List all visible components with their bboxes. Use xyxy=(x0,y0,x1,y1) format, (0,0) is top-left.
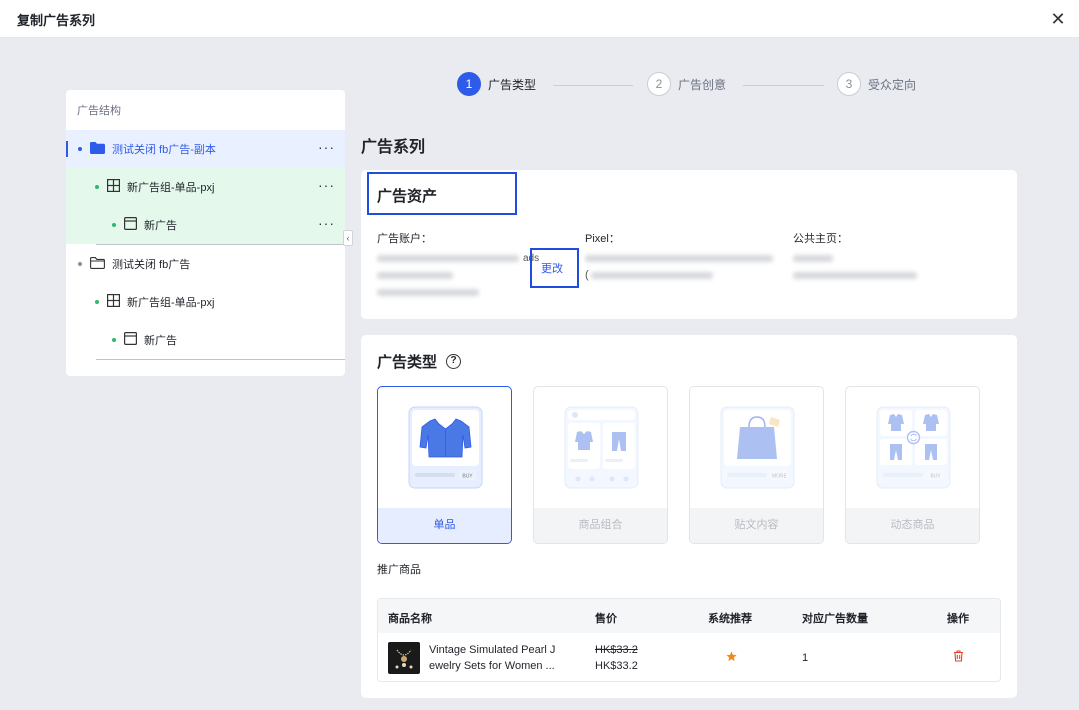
tree-item-label: 新广告 xyxy=(144,220,177,232)
step-connector xyxy=(743,85,824,86)
promoted-products-label: 推广商品 xyxy=(377,564,421,576)
more-text: MORE xyxy=(772,474,788,480)
ad-type-card: 广告类型 ? BUY 单品 商品组合 MORE 贴文内容 BUY 动态商品 推广… xyxy=(361,335,1017,698)
original-price: HK$33.2 xyxy=(595,644,638,656)
dialog-title: 复制广告系列 xyxy=(17,13,96,28)
redacted-text xyxy=(793,255,833,262)
step-label: 受众定向 xyxy=(868,77,917,92)
grid-icon xyxy=(107,294,121,310)
more-options-icon[interactable]: ··· xyxy=(318,177,335,193)
step-ad-type[interactable]: 1 广告类型 xyxy=(457,72,536,96)
panel-title: 广告结构 xyxy=(77,105,121,117)
bullet-dot xyxy=(112,223,116,227)
pixel-paren: ( xyxy=(585,269,589,281)
step-label: 广告创意 xyxy=(678,77,727,92)
promoted-products-table: 商品名称 售价 系统推荐 对应广告数量 操作 Vintage Simulated… xyxy=(377,598,1001,682)
tree-item-label: 测试关闭 fb广告 xyxy=(112,259,191,271)
option-label: 贴文内容 xyxy=(690,508,823,543)
divider xyxy=(96,359,345,360)
ad-type-option-collection[interactable]: 商品组合 xyxy=(533,386,668,544)
collection-icon xyxy=(564,406,639,489)
tree-item-label: 测试关闭 fb广告-副本 xyxy=(112,144,216,156)
ad-type-option-post[interactable]: MORE 贴文内容 xyxy=(689,386,824,544)
bullet-dot xyxy=(78,262,82,266)
redacted-text xyxy=(793,272,917,279)
help-icon[interactable]: ? xyxy=(446,354,462,369)
bullet-dot xyxy=(112,338,116,342)
pixel-label: Pixel： xyxy=(585,233,620,245)
grid-icon xyxy=(107,179,121,195)
buy-text: BUY xyxy=(930,474,941,480)
card-title: 广告资产 xyxy=(377,188,438,205)
step-number: 3 xyxy=(837,72,861,96)
tree-item-label: 新广告 xyxy=(144,335,177,347)
redacted-text xyxy=(377,289,479,296)
ad-type-title: 广告类型 xyxy=(377,354,438,371)
step-label: 广告类型 xyxy=(488,77,537,92)
delete-icon[interactable] xyxy=(953,650,964,665)
change-account-link[interactable]: 更改 xyxy=(541,260,563,276)
table-header: 商品名称 售价 系统推荐 对应广告数量 操作 xyxy=(378,599,1000,633)
dialog-header: 复制广告系列 ✕ xyxy=(0,0,1079,38)
step-audience[interactable]: 3 受众定向 xyxy=(837,72,916,96)
close-icon[interactable]: ✕ xyxy=(1047,8,1069,30)
bullet-dot xyxy=(78,147,82,151)
column-header: 操作 xyxy=(947,613,969,625)
product-name-line: ewelry Sets for Women ... xyxy=(429,660,555,672)
redacted-text xyxy=(591,272,713,279)
folder-outline-icon xyxy=(90,256,105,272)
redacted-text xyxy=(377,255,519,262)
option-label: 动态商品 xyxy=(846,508,979,543)
star-icon xyxy=(726,651,737,665)
option-label: 单品 xyxy=(378,508,511,543)
ad-type-option-single[interactable]: BUY 单品 xyxy=(377,386,512,544)
tree-item-label: 新广告组-单品-pxj xyxy=(127,182,215,194)
ad-type-option-dynamic[interactable]: BUY 动态商品 xyxy=(845,386,980,544)
step-number: 2 xyxy=(647,72,671,96)
section-title: 广告系列 xyxy=(361,139,426,156)
column-header: 售价 xyxy=(595,613,617,625)
window-icon xyxy=(124,217,138,233)
more-options-icon[interactable]: ··· xyxy=(318,139,335,155)
card-title: 广告类型 ? xyxy=(377,351,462,372)
ad-account-label: 广告账户： xyxy=(377,233,432,245)
dynamic-products-icon: BUY xyxy=(876,406,951,489)
step-connector xyxy=(553,85,633,86)
product-name-line: Vintage Simulated Pearl J xyxy=(429,644,556,656)
public-page-label: 公共主页： xyxy=(793,233,848,245)
collapse-panel-icon[interactable]: ‹ xyxy=(343,230,353,246)
tree-item-ad[interactable]: 新广告 xyxy=(66,321,345,359)
tree-item-adset[interactable]: 新广告组-单品-pxj xyxy=(66,283,345,321)
tree-item-campaign[interactable]: 测试关闭 fb广告 xyxy=(66,245,345,283)
step-ad-creative[interactable]: 2 广告创意 xyxy=(647,72,726,96)
folder-filled-icon xyxy=(90,141,105,157)
ad-structure-panel: 广告结构 测试关闭 fb广告-副本 ··· 新广告组-单品-pxj ··· 新广… xyxy=(66,90,345,376)
redacted-text xyxy=(585,255,773,262)
tree-item-ad[interactable]: 新广告 ··· xyxy=(66,206,345,244)
tree-item-label: 新广告组-单品-pxj xyxy=(127,297,215,309)
bullet-dot xyxy=(95,300,99,304)
step-number: 1 xyxy=(457,72,481,96)
buy-text: BUY xyxy=(462,474,473,480)
more-options-icon[interactable]: ··· xyxy=(318,215,335,231)
tree-item-adset[interactable]: 新广告组-单品-pxj ··· xyxy=(66,168,345,206)
product-thumbnail xyxy=(388,642,420,674)
column-header: 商品名称 xyxy=(388,613,432,625)
ad-assets-card: 广告资产 广告账户： ads 更改 Pixel： ( 公共主页： xyxy=(361,170,1017,319)
ad-count: 1 xyxy=(802,652,809,664)
option-label: 商品组合 xyxy=(534,508,667,543)
tree-item-campaign-copy[interactable]: 测试关闭 fb广告-副本 ··· xyxy=(66,130,345,168)
window-icon xyxy=(124,332,138,348)
sale-price: HK$33.2 xyxy=(595,660,638,672)
shopping-bag-icon: MORE xyxy=(720,406,795,489)
shirt-product-icon: BUY xyxy=(408,406,483,489)
column-header: 系统推荐 xyxy=(708,613,752,625)
redacted-text xyxy=(377,272,453,279)
column-header: 对应广告数量 xyxy=(802,613,868,625)
selection-indicator xyxy=(66,141,68,157)
bullet-dot xyxy=(95,185,99,189)
